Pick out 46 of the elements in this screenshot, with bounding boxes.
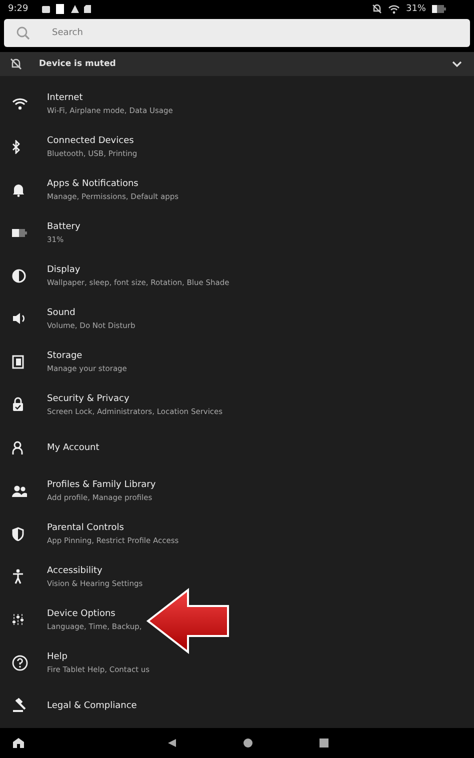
battery-icon bbox=[432, 4, 446, 12]
wifi-icon bbox=[12, 97, 28, 110]
item-title: Profiles & Family Library bbox=[47, 480, 156, 490]
item-title: My Account bbox=[47, 442, 100, 452]
item-title: Security & Privacy bbox=[47, 394, 130, 404]
recents-icon[interactable] bbox=[319, 738, 329, 748]
item-title: Battery bbox=[47, 222, 80, 232]
item-title: Display bbox=[47, 264, 82, 274]
accessibility-icon bbox=[12, 569, 24, 584]
item-title: Legal & Compliance bbox=[47, 700, 137, 710]
muted-banner[interactable]: Device is muted bbox=[0, 52, 474, 76]
sliders-icon bbox=[12, 612, 24, 626]
back-icon[interactable] bbox=[167, 738, 177, 748]
item-title: Help bbox=[47, 652, 69, 662]
gavel-icon bbox=[12, 698, 28, 713]
search-icon bbox=[16, 26, 30, 40]
status-time: 9:29 bbox=[8, 4, 28, 14]
muted-bell-icon bbox=[372, 4, 382, 14]
lock-icon bbox=[12, 397, 24, 412]
wifi-icon bbox=[388, 4, 400, 14]
bell-icon bbox=[12, 182, 25, 196]
item-title: Sound bbox=[47, 308, 76, 318]
battery-icon bbox=[12, 228, 27, 236]
item-title: Apps & Notifications bbox=[47, 178, 140, 188]
home-button-icon[interactable] bbox=[243, 738, 253, 748]
speaker-icon bbox=[12, 312, 27, 325]
item-title: Storage bbox=[47, 350, 84, 360]
settings-item[interactable]: Legal & Compliance bbox=[0, 684, 474, 727]
battery-percent: 31% bbox=[406, 4, 426, 14]
search-bar[interactable]: Search bbox=[4, 19, 470, 47]
bluetooth-icon bbox=[12, 140, 21, 154]
settings-item[interactable]: My Account bbox=[0, 426, 474, 469]
help-icon bbox=[12, 654, 28, 670]
home-icon[interactable] bbox=[12, 737, 25, 749]
item-title: Parental Controls bbox=[47, 522, 125, 532]
muted-bell-icon bbox=[10, 58, 22, 70]
item-title: Connected Devices bbox=[47, 136, 135, 146]
storage-icon bbox=[12, 354, 24, 368]
person-icon bbox=[12, 440, 23, 454]
item-title: Accessibility bbox=[47, 566, 104, 576]
people-icon bbox=[12, 484, 27, 496]
item-title: Internet bbox=[47, 92, 84, 102]
shield-icon bbox=[12, 526, 24, 540]
contrast-icon bbox=[12, 268, 26, 282]
item-title: Device Options bbox=[47, 608, 116, 618]
banner-text: Device is muted bbox=[39, 59, 117, 69]
